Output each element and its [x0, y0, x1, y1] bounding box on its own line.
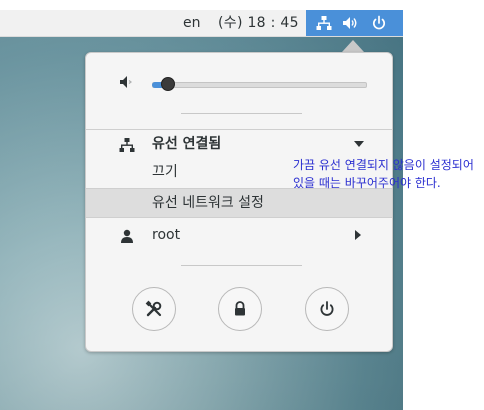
system-menu: 유선 연결됨 끄기 유선 네트워크 설정 root: [85, 52, 393, 352]
annotation-note: 가끔 유선 연결되지 않음이 설정되어있을 때는 바꾸어주어야 한다.: [293, 158, 474, 190]
volume-slider-handle[interactable]: [160, 77, 175, 91]
chevron-right-icon: [355, 230, 361, 240]
power-off-button[interactable]: [305, 287, 349, 331]
user-item[interactable]: root: [86, 221, 392, 249]
user-icon: [121, 229, 133, 243]
power-icon: [373, 15, 385, 30]
top-bar: en (수) 18 : 45: [0, 10, 403, 37]
user-name: root: [152, 227, 181, 243]
network-wired-icon: [119, 138, 135, 152]
volume-slider[interactable]: [152, 82, 367, 88]
separator: [181, 113, 302, 114]
lock-button[interactable]: [218, 287, 262, 331]
wired-settings-label: 유선 네트워크 설정: [152, 195, 264, 211]
wired-connection-header[interactable]: 유선 연결됨: [86, 130, 392, 158]
wired-settings-item[interactable]: 유선 네트워크 설정: [86, 188, 392, 218]
network-wired-icon: [316, 16, 332, 30]
speaker-volume-icon: [343, 17, 357, 29]
system-status-area[interactable]: [306, 10, 403, 36]
settings-icon: [145, 300, 162, 317]
chevron-down-icon: [354, 141, 364, 147]
menu-pointer: [342, 40, 364, 52]
wired-connection-title: 유선 연결됨: [152, 136, 222, 152]
wired-turn-off-label: 끄기: [152, 164, 178, 180]
speaker-muted-icon: [120, 76, 132, 88]
separator: [181, 265, 302, 266]
keyboard-layout-indicator[interactable]: en: [183, 10, 201, 36]
clock[interactable]: (수) 18 : 45: [218, 10, 299, 36]
power-icon: [320, 301, 334, 316]
settings-button[interactable]: [132, 287, 176, 331]
lock-icon: [235, 301, 245, 316]
